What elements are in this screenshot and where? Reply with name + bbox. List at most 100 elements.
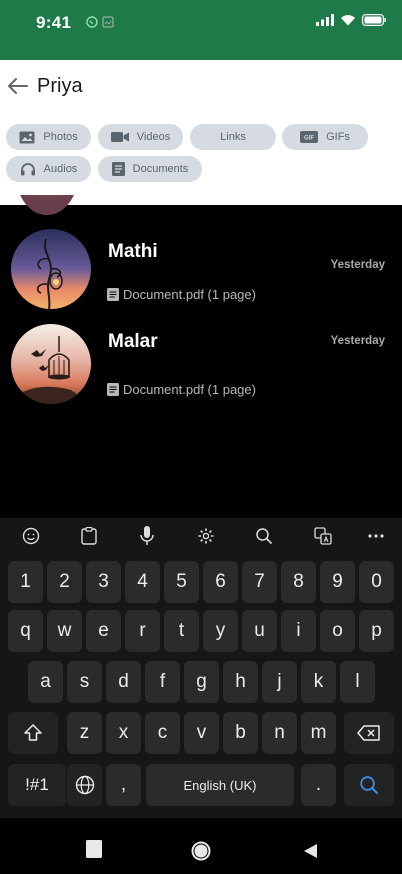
emoji-icon[interactable] [16,522,46,550]
key-x[interactable]: x [106,712,141,754]
back-nav-icon[interactable] [303,843,318,859]
key-u[interactable]: u [242,610,277,652]
notification-icons [86,16,114,28]
photo-icon [19,131,35,143]
gallery-icon [102,16,114,28]
key-v[interactable]: v [184,712,219,754]
avatar [11,229,91,309]
search-icon [360,776,379,795]
key-q[interactable]: q [8,610,43,652]
chip-label: Audios [43,163,78,175]
microphone-icon[interactable] [132,522,162,550]
key-3[interactable]: 3 [86,561,121,603]
key-2[interactable]: 2 [47,561,82,603]
key-1[interactable]: 1 [8,561,43,603]
document-icon [107,288,119,301]
keyboard-toolbar [0,518,402,554]
backspace-key[interactable] [344,712,394,754]
video-icon [110,132,129,142]
key-n[interactable]: n [262,712,297,754]
back-arrow-icon[interactable] [6,74,30,98]
status-bar: 9:41 [0,0,402,60]
document-name: Document.pdf (1 page) [123,287,256,302]
on-screen-keyboard: 1 2 3 4 5 6 7 8 9 0 q w e r t y u i o p … [0,518,402,818]
chip-audios[interactable]: Audios [6,156,91,182]
gif-icon: GIF [300,131,319,143]
list-item[interactable]: Mathi Yesterday Document.pdf (1 page) [0,228,402,318]
key-0[interactable]: 0 [359,561,394,603]
key-k[interactable]: k [301,661,336,703]
battery-icon [362,14,386,26]
key-s[interactable]: s [67,661,102,703]
key-b[interactable]: b [223,712,258,754]
message-date: Yesterday [330,259,385,271]
clipboard-icon[interactable] [74,522,104,550]
chip-label: Links [220,131,246,143]
status-time: 9:41 [36,13,72,32]
chip-documents[interactable]: Documents [98,156,202,182]
key-i[interactable]: i [281,610,316,652]
document-icon [111,162,125,176]
contact-name: Mathi [108,241,158,262]
key-e[interactable]: e [86,610,121,652]
period-key[interactable]: . [301,764,336,806]
search-icon[interactable] [249,522,279,550]
shift-icon [24,724,42,741]
key-d[interactable]: d [106,661,141,703]
key-4[interactable]: 4 [125,561,160,603]
key-7[interactable]: 7 [242,561,277,603]
key-t[interactable]: t [164,610,199,652]
shift-key[interactable] [8,712,58,754]
chip-gifs[interactable]: GIF GIFs [282,124,368,150]
key-c[interactable]: c [145,712,180,754]
comma-key[interactable]: , [106,764,141,806]
document-preview: Document.pdf (1 page) [107,287,256,302]
key-6[interactable]: 6 [203,561,238,603]
more-icon[interactable] [361,522,391,550]
search-action-key[interactable] [344,764,394,806]
key-y[interactable]: y [203,610,238,652]
chip-label: GIFs [326,131,350,143]
key-f[interactable]: f [145,661,180,703]
key-8[interactable]: 8 [281,561,316,603]
list-item[interactable]: Malar Yesterday Document.pdf (1 page) [0,323,402,413]
wifi-icon [341,15,355,26]
key-h[interactable]: h [223,661,258,703]
key-l[interactable]: l [340,661,375,703]
key-j[interactable]: j [262,661,297,703]
key-o[interactable]: o [320,610,355,652]
chip-videos[interactable]: Videos [98,124,183,150]
key-5[interactable]: 5 [164,561,199,603]
translate-icon[interactable] [308,522,338,550]
chip-label: Documents [132,163,189,175]
search-header: Priya Photos Videos Links GIF GIFs Audio… [0,60,402,205]
system-navigation-bar [0,818,402,874]
message-date: Yesterday [330,335,385,347]
space-key[interactable]: English (UK) [146,764,294,806]
avatar-previous-clipped [16,195,78,215]
search-query-title[interactable]: Priya [37,75,83,98]
contact-name: Malar [108,331,158,352]
key-9[interactable]: 9 [320,561,355,603]
chip-label: Videos [136,131,171,143]
key-m[interactable]: m [301,712,336,754]
home-icon[interactable] [191,841,211,861]
key-r[interactable]: r [125,610,160,652]
recent-apps-icon[interactable] [86,840,102,858]
chip-photos[interactable]: Photos [6,124,91,150]
whatsapp-icon [86,16,98,28]
symbols-key[interactable]: !#1 [8,764,66,806]
language-key[interactable] [67,764,102,806]
key-g[interactable]: g [184,661,219,703]
status-right [316,14,386,26]
document-name: Document.pdf (1 page) [123,382,256,397]
signal-icon [316,14,334,26]
avatar [11,324,91,404]
key-a[interactable]: a [28,661,63,703]
headphones-icon [20,163,35,176]
settings-icon[interactable] [191,522,221,550]
chip-links[interactable]: Links [190,124,276,150]
key-p[interactable]: p [359,610,394,652]
key-w[interactable]: w [47,610,82,652]
key-z[interactable]: z [67,712,102,754]
